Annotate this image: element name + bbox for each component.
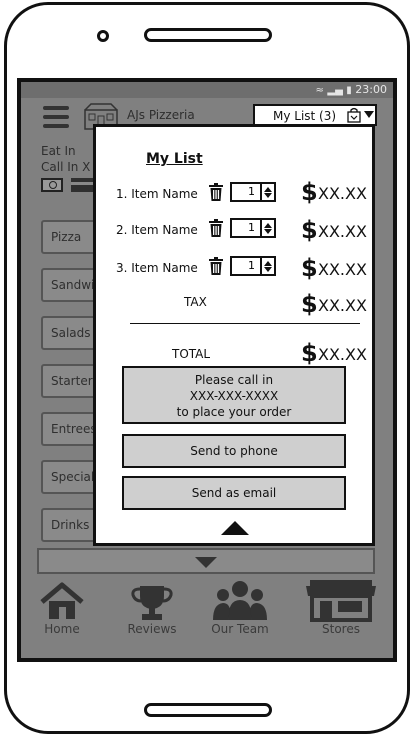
menu-hamburger-icon[interactable] (43, 104, 71, 128)
status-bar: ≈ ▂▄ ▮ 23:00 (21, 82, 393, 98)
item-currency-3: $ (301, 254, 318, 282)
call-message-phone: XXX-XXX-XXXX (189, 389, 279, 403)
nav-our-team-label: Our Team (211, 622, 269, 636)
trash-icon[interactable] (209, 183, 223, 205)
camera-icon (97, 30, 109, 42)
chevron-down-icon (195, 557, 217, 568)
quantity-stepper-1[interactable]: 1 (230, 182, 276, 202)
item-name-2: 2. Item Name (116, 223, 198, 237)
status-time: 23:00 (355, 83, 387, 96)
total-currency: $ (301, 339, 318, 367)
expand-menu-bar[interactable] (37, 548, 375, 574)
shopping-bag-icon (347, 107, 361, 123)
home-icon (40, 582, 84, 619)
team-icon (213, 581, 267, 620)
home-hardware-button[interactable] (144, 703, 272, 717)
trash-icon[interactable] (209, 219, 223, 241)
credit-card-icon (71, 178, 95, 192)
nav-home[interactable]: Home (37, 582, 87, 642)
total-value: XX.XX (318, 345, 367, 364)
item-price-1: XX.XX (318, 184, 367, 203)
trophy-icon (131, 586, 173, 620)
total-label: TOTAL (172, 347, 211, 361)
my-list-title: My List (146, 151, 203, 167)
quantity-value-2[interactable]: 1 (232, 220, 262, 236)
item-name-3: 3. Item Name (116, 261, 198, 275)
tax-label: TAX (184, 295, 207, 309)
my-list-label: My List (3) (273, 109, 337, 123)
nav-home-label: Home (44, 622, 80, 636)
item-price-2: XX.XX (318, 222, 367, 241)
signal-icon: ▂▄ (327, 85, 343, 96)
trash-icon[interactable] (209, 257, 223, 279)
nav-stores-label: Stores (322, 622, 360, 636)
send-as-email-button[interactable]: Send as email (122, 476, 346, 510)
stepper-arrows-icon[interactable] (262, 184, 274, 200)
item-currency-2: $ (301, 216, 318, 244)
nav-our-team[interactable]: Our Team (205, 580, 275, 642)
item-price-3: XX.XX (318, 260, 367, 279)
send-to-phone-button[interactable]: Send to phone (122, 434, 346, 468)
cash-icon (41, 178, 63, 192)
call-in-message: Please call in XXX-XXX-XXXX to place you… (122, 366, 346, 424)
nav-reviews[interactable]: Reviews (121, 582, 183, 642)
quantity-value-3[interactable]: 1 (232, 258, 262, 274)
stepper-arrows-icon[interactable] (262, 220, 274, 236)
speaker-grille (144, 28, 272, 42)
wifi-icon: ≈ (315, 85, 324, 96)
nav-stores[interactable]: Stores (303, 578, 379, 642)
dropdown-caret-icon (364, 111, 374, 118)
restaurant-name: AJs Pizzeria (127, 108, 195, 122)
total-divider (130, 323, 360, 324)
stepper-arrows-icon[interactable] (262, 258, 274, 274)
battery-icon: ▮ (346, 85, 352, 96)
my-list-button[interactable]: My List (3) (253, 104, 377, 126)
item-name-1: 1. Item Name (116, 187, 198, 201)
call-in-label[interactable]: Call In X (41, 160, 90, 174)
quantity-stepper-3[interactable]: 1 (230, 256, 276, 276)
call-message-line3: to place your order (176, 405, 292, 419)
collapse-up-icon[interactable] (221, 521, 249, 535)
quantity-stepper-2[interactable]: 1 (230, 218, 276, 238)
quantity-value-1[interactable]: 1 (232, 184, 262, 200)
call-message-line1: Please call in (194, 373, 274, 387)
tax-currency: $ (301, 290, 318, 318)
tax-value: XX.XX (318, 296, 367, 315)
store-icon (306, 580, 376, 622)
nav-reviews-label: Reviews (127, 622, 177, 636)
item-currency-1: $ (301, 178, 318, 206)
eat-in-label[interactable]: Eat In (41, 144, 76, 158)
